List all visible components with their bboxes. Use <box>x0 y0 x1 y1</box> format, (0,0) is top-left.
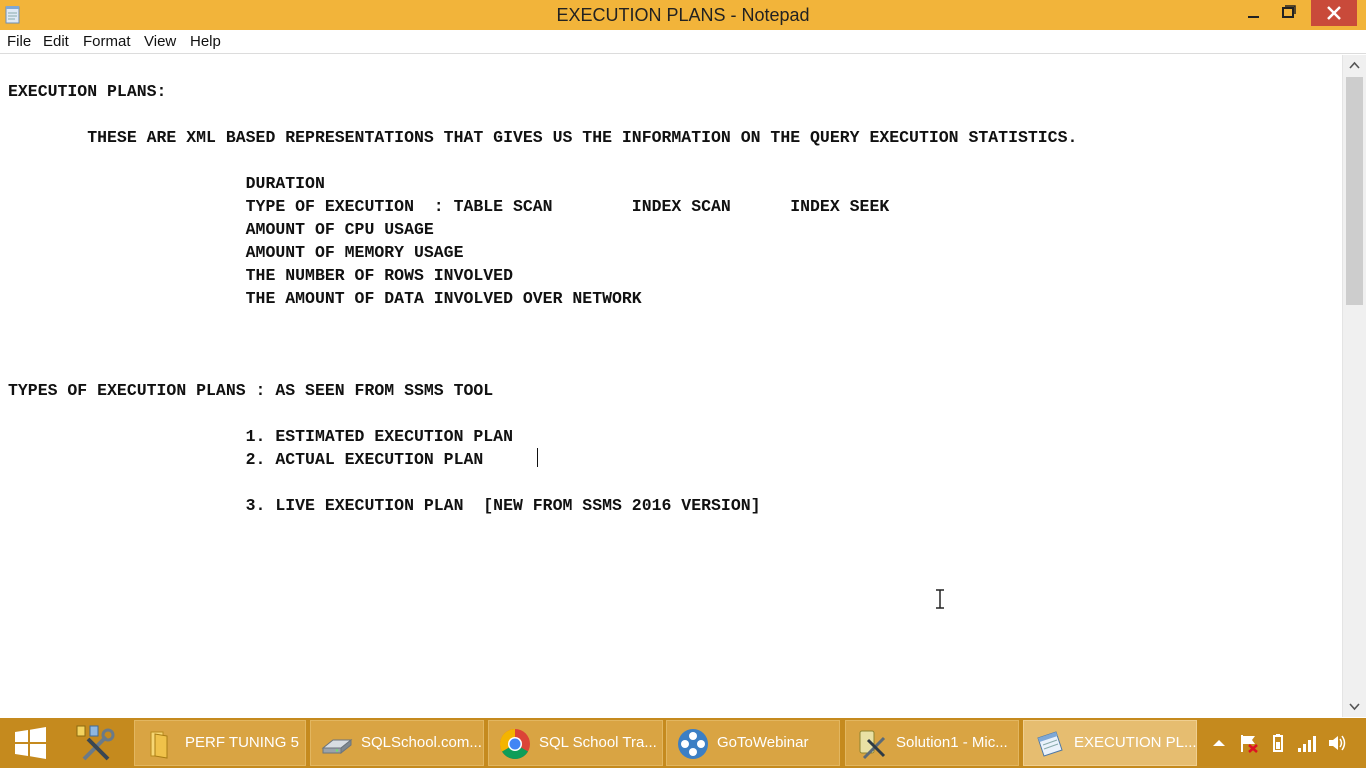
action-center-flag-icon[interactable] <box>1238 733 1260 753</box>
title-bar[interactable]: EXECUTION PLANS - Notepad <box>0 0 1366 30</box>
text-line: TYPE OF EXECUTION : TABLE SCAN INDEX SCA… <box>8 197 890 216</box>
text-line: DURATION <box>8 174 325 193</box>
scroll-down-button[interactable] <box>1343 695 1366 717</box>
vertical-scrollbar[interactable] <box>1342 55 1366 717</box>
taskbar-item-label: SQLSchool.com... <box>361 734 482 751</box>
taskbar-item-label: SQL School Tra... <box>539 734 657 751</box>
taskbar-item-label: GoToWebinar <box>717 734 809 751</box>
minimize-icon <box>1248 16 1259 18</box>
close-button[interactable] <box>1311 0 1357 26</box>
drive-icon <box>321 738 353 755</box>
text-line: THESE ARE XML BASED REPRESENTATIONS THAT… <box>8 128 1078 147</box>
power-battery-icon[interactable] <box>1267 733 1289 753</box>
window-title: EXECUTION PLANS - Notepad <box>556 5 810 25</box>
taskbar-item-label: PERF TUNING 5 <box>185 734 299 751</box>
chevron-down-icon <box>1349 703 1360 711</box>
restore-button[interactable] <box>1270 0 1304 26</box>
chrome-icon <box>499 729 530 760</box>
menu-bar: File Edit Format View Help <box>0 30 1366 54</box>
restore-icon <box>1282 5 1296 18</box>
taskbar-item-sqlschool[interactable]: SQLSchool.com... <box>310 720 484 766</box>
text-line: 2. ACTUAL EXECUTION PLAN <box>8 450 484 469</box>
taskbar: PERF TUNING 5 SQLSchool.com... SQL Schoo… <box>0 718 1366 768</box>
text-line: EXECUTION PLANS: <box>8 82 167 101</box>
notepad-icon <box>1037 731 1063 757</box>
taskbar-item-chrome[interactable]: SQL School Tra... <box>488 720 663 766</box>
text-line: TYPES OF EXECUTION PLANS : AS SEEN FROM … <box>8 381 494 400</box>
text-line: AMOUNT OF CPU USAGE <box>8 220 434 239</box>
taskbar-item-perf-tuning[interactable]: PERF TUNING 5 <box>134 720 306 766</box>
taskbar-item-notepad[interactable]: EXECUTION PL... <box>1023 720 1197 766</box>
start-button[interactable] <box>0 718 62 768</box>
close-icon <box>1327 6 1341 20</box>
scroll-thumb[interactable] <box>1346 77 1363 305</box>
taskbar-item-ssms-solution[interactable]: Solution1 - Mic... <box>845 720 1019 766</box>
network-signal-icon[interactable] <box>1296 733 1318 753</box>
taskbar-item-gotowebinar[interactable]: GoToWebinar <box>666 720 840 766</box>
minimize-button[interactable] <box>1236 0 1270 26</box>
menu-file[interactable]: File <box>7 30 31 54</box>
chevron-up-icon <box>1349 61 1360 69</box>
ssms-icon <box>859 730 886 760</box>
folder-icon <box>150 731 168 759</box>
gotowebinar-icon <box>678 729 708 759</box>
text-line: THE NUMBER OF ROWS INVOLVED <box>8 266 513 285</box>
text-editor[interactable]: EXECUTION PLANS: THESE ARE XML BASED REP… <box>0 55 1342 717</box>
windows-logo-icon <box>15 727 46 759</box>
ibeam-cursor-icon <box>936 589 944 609</box>
text-line: AMOUNT OF MEMORY USAGE <box>8 243 464 262</box>
text-line: THE AMOUNT OF DATA INVOLVED OVER NETWORK <box>8 289 642 308</box>
text-caret <box>537 448 538 467</box>
menu-edit[interactable]: Edit <box>43 30 69 54</box>
show-hidden-icons-chevron-up-icon[interactable] <box>1208 733 1230 753</box>
text-line: 1. ESTIMATED EXECUTION PLAN <box>8 427 513 446</box>
taskbar-item-label: Solution1 - Mic... <box>896 734 1008 751</box>
text-line: 3. LIVE EXECUTION PLAN [NEW FROM SSMS 20… <box>8 496 761 515</box>
taskbar-item-label: EXECUTION PL... <box>1074 734 1197 751</box>
volume-icon[interactable] <box>1326 733 1348 753</box>
menu-view[interactable]: View <box>144 30 176 54</box>
scroll-up-button[interactable] <box>1343 55 1366 77</box>
menu-help[interactable]: Help <box>190 30 221 54</box>
menu-format[interactable]: Format <box>83 30 131 54</box>
pinned-tools-button[interactable] <box>68 721 124 765</box>
tools-icon <box>76 725 115 761</box>
